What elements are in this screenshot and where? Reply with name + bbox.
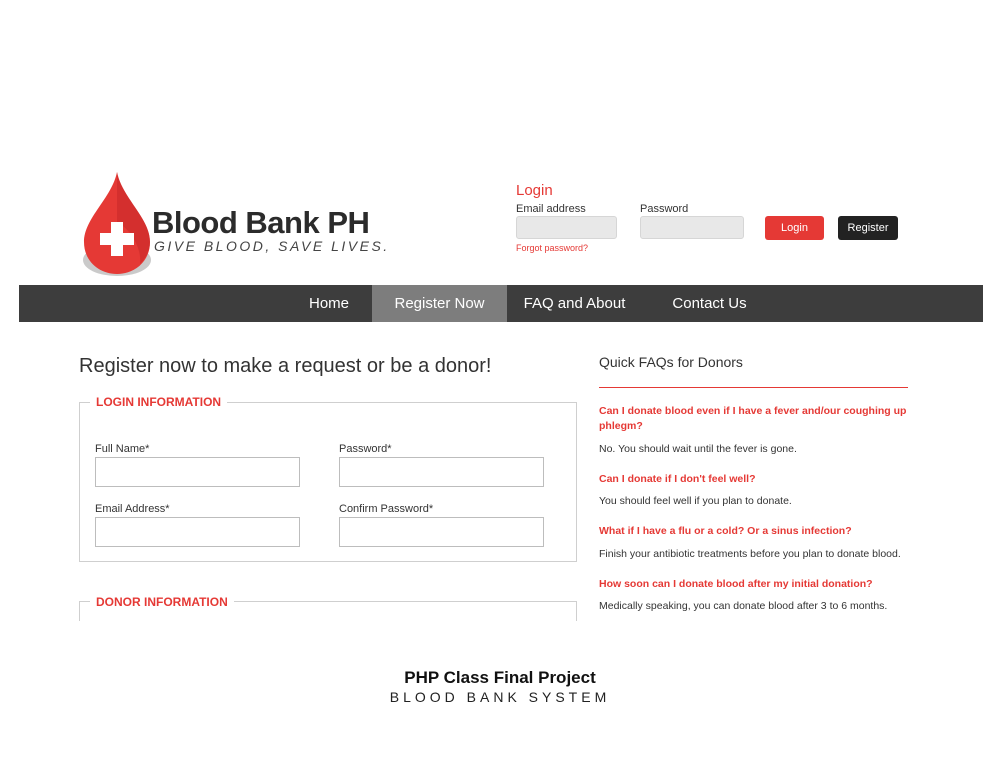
faq-answer: Medically speaking, you can donate blood… [599, 600, 888, 612]
full-name-input[interactable] [95, 457, 300, 487]
page-title: Register now to make a request or be a d… [79, 355, 492, 377]
faq-title: Quick FAQs for Donors [599, 354, 743, 370]
email-address-label: Email Address* [95, 503, 170, 515]
brand-name: Blood Bank PH [152, 205, 370, 240]
faq-answer: No. You should wait until the fever is g… [599, 443, 797, 455]
email-label: Email address [516, 203, 586, 215]
faq-question: Can I donate blood even if I have a feve… [599, 405, 907, 432]
password-label: Password [640, 203, 689, 215]
confirm-password-input[interactable] [339, 517, 544, 547]
main-nav: Home Register Now FAQ and About Contact … [19, 285, 983, 322]
login-password-input[interactable] [640, 216, 744, 239]
caption-title: PHP Class Final Project [404, 668, 596, 687]
full-name-label: Full Name* [95, 443, 150, 455]
nav-contact-us[interactable]: Contact Us [642, 285, 777, 322]
faq-question: What if I have a flu or a cold? Or a sin… [599, 525, 852, 537]
password-input[interactable] [339, 457, 544, 487]
faq-answer: You should feel well if you plan to dona… [599, 495, 792, 507]
caption-subtitle: BLOOD BANK SYSTEM [389, 689, 611, 705]
faq-divider [599, 387, 908, 388]
email-address-input[interactable] [95, 517, 300, 547]
faq-question: How soon can I donate blood after my ini… [599, 578, 873, 590]
nav-faq-about[interactable]: FAQ and About [507, 285, 642, 322]
brand-tagline: GIVE BLOOD, SAVE LIVES. [154, 238, 390, 254]
confirm-password-label: Confirm Password* [339, 503, 434, 515]
donor-information-legend: DONOR INFORMATION [90, 595, 234, 609]
nav-register-now[interactable]: Register Now [372, 285, 507, 322]
forgot-password-link[interactable]: Forgot password? [516, 243, 588, 253]
login-email-input[interactable] [516, 216, 617, 239]
faq-question: Can I donate if I don't feel well? [599, 473, 756, 485]
password-field-label: Password* [339, 443, 392, 455]
login-title: Login [516, 182, 553, 199]
login-button[interactable]: Login [765, 216, 824, 240]
faq-answer: Finish your antibiotic treatments before… [599, 548, 901, 560]
login-information-legend: LOGIN INFORMATION [90, 395, 228, 409]
blood-drop-cross-icon [82, 170, 152, 278]
nav-home[interactable]: Home [269, 285, 389, 322]
register-button[interactable]: Register [838, 216, 898, 240]
